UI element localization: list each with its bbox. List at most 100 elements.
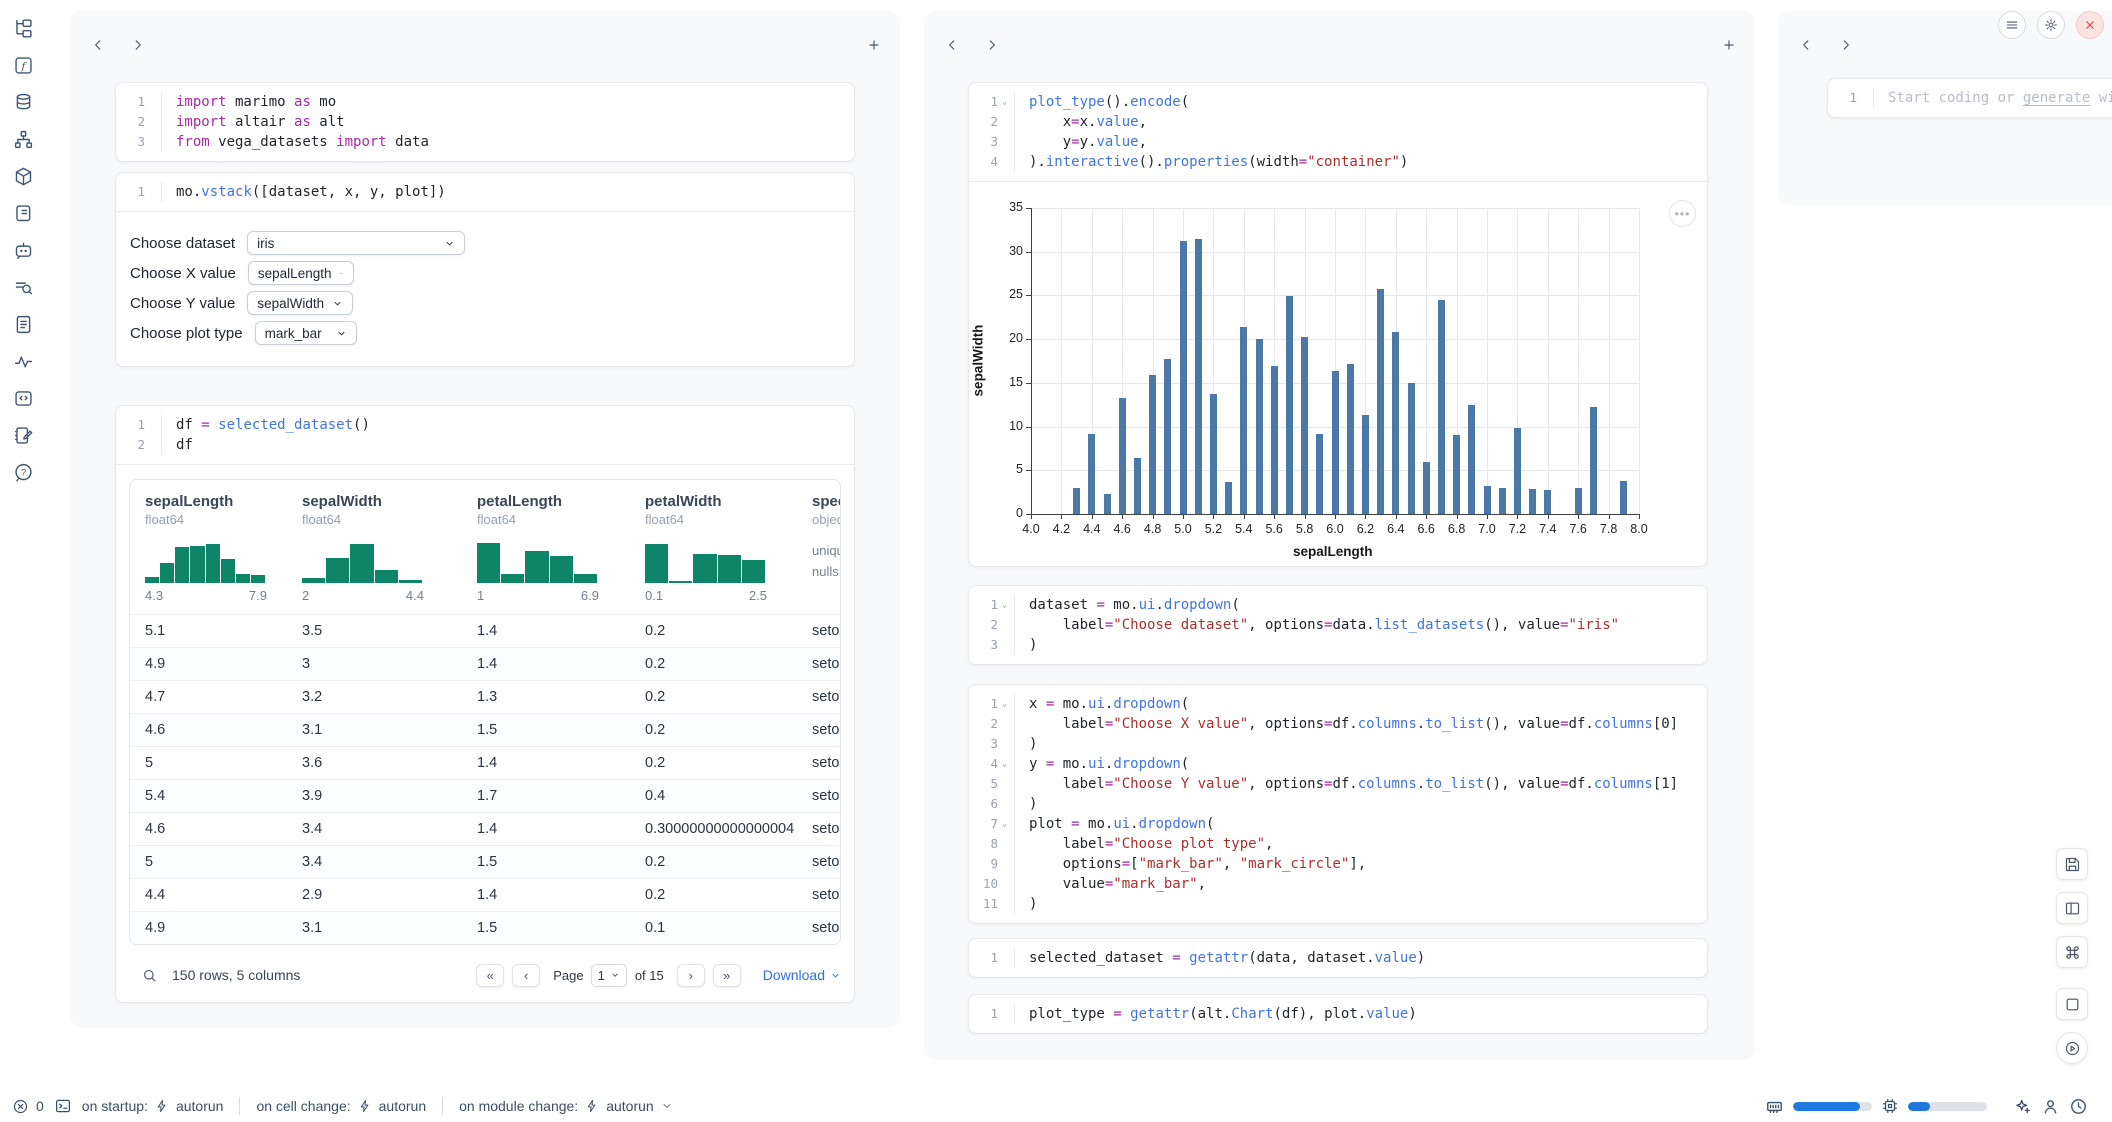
on-startup-setting[interactable]: on startup: autorun [82, 1098, 224, 1114]
dropdown-select[interactable]: mark_bar [255, 321, 357, 345]
column-header[interactable]: sepalLengthfloat644.37.9 [130, 480, 287, 614]
table-row: 4.63.11.50.2setosa [130, 713, 840, 746]
logs-search-icon[interactable] [11, 275, 35, 299]
table-cell: 1.4 [462, 623, 630, 639]
column-header[interactable]: petalWidthfloat640.12.5 [630, 480, 797, 614]
column-prev-button[interactable] [88, 35, 108, 55]
first-page-button[interactable]: « [476, 964, 504, 987]
on-cell-change-setting[interactable]: on cell change: autorun [256, 1098, 426, 1114]
table-cell: setosa [797, 656, 841, 672]
code-editor[interactable]: 1⌄x = mo.ui.dropdown(2 label="Choose X v… [969, 685, 1707, 923]
chart-bar [1104, 494, 1111, 514]
chart-bar [1499, 488, 1506, 514]
code-editor[interactable]: 1⌄dataset = mo.ui.dropdown(2 label="Choo… [969, 586, 1707, 664]
minimap-button[interactable] [2056, 988, 2088, 1020]
dependency-graph-icon[interactable] [11, 127, 35, 151]
chart-bar [1134, 458, 1141, 514]
file-tree-icon[interactable] [11, 16, 35, 40]
search-icon[interactable] [141, 967, 158, 984]
chat-icon[interactable] [11, 238, 35, 262]
last-page-button[interactable]: » [713, 964, 741, 987]
code-editor[interactable]: 1df = selected_dataset()2df [116, 406, 854, 464]
x-tick-label: 6.6 [1409, 522, 1443, 536]
help-icon[interactable]: ? [11, 460, 35, 484]
datasources-icon[interactable] [11, 90, 35, 114]
chart-options-button[interactable]: ••• [1669, 200, 1696, 227]
dropdown-control-row: Choose Y valuesepalWidth [130, 288, 854, 318]
keyboard-shortcuts-button[interactable] [2056, 936, 2088, 968]
scratchpad-icon[interactable] [11, 423, 35, 447]
column-next-button[interactable] [128, 35, 148, 55]
cell-imports: 1import marimo as mo2import altair as al… [115, 82, 855, 162]
column-next-button[interactable] [1836, 35, 1856, 55]
add-cell-button[interactable] [1719, 35, 1739, 55]
column-next-button[interactable] [982, 35, 1002, 55]
prev-page-button[interactable]: ‹ [512, 964, 540, 987]
x-tick-label: 6.8 [1440, 522, 1474, 536]
chart-bar [1347, 364, 1354, 514]
user-icon[interactable] [2041, 1097, 2060, 1116]
add-cell-button[interactable] [864, 35, 884, 55]
table-cell: 3.1 [287, 722, 462, 738]
packages-icon[interactable] [11, 164, 35, 188]
clock-icon[interactable] [2069, 1097, 2088, 1116]
settings-button[interactable] [2037, 11, 2065, 39]
download-button[interactable]: Download [763, 967, 841, 983]
chart-bar [1210, 394, 1217, 514]
dropdown-label: Choose dataset [130, 235, 235, 252]
save-button[interactable] [2056, 848, 2088, 880]
bar-chart[interactable]: 4.04.24.44.64.85.05.25.45.65.86.06.26.46… [969, 182, 1707, 566]
error-indicator[interactable]: 0 [12, 1098, 44, 1115]
code-editor[interactable]: 1import marimo as mo2import altair as al… [116, 83, 854, 161]
chart-bar [1438, 300, 1445, 514]
page-select[interactable]: 1 [591, 964, 627, 987]
column-prev-button[interactable] [942, 35, 962, 55]
code-editor[interactable]: 1 Start coding or generate with AI [1828, 79, 2112, 117]
dropdown-select[interactable]: sepalLength [248, 261, 354, 285]
layout-select-button[interactable] [2056, 892, 2088, 924]
column-header[interactable]: sepalWidthfloat6424.4 [287, 480, 462, 614]
ai-sparkles-icon[interactable] [2013, 1097, 2032, 1116]
column-header[interactable]: speciesobjectunique:nulls: [797, 480, 841, 614]
table-cell: 5 [130, 755, 287, 771]
fold-chevron-icon: ⌄ [998, 92, 1011, 112]
next-page-button[interactable]: › [677, 964, 705, 987]
run-button[interactable] [2056, 1032, 2088, 1064]
terminal-button[interactable] [54, 1097, 72, 1115]
column-header[interactable]: petalLengthfloat6416.9 [462, 480, 630, 614]
table-cell: 1.4 [462, 887, 630, 903]
shutdown-button[interactable] [2076, 11, 2104, 39]
table-cell: 4.6 [130, 722, 287, 738]
code-editor[interactable]: 1plot_type = getattr(alt.Chart(df), plot… [969, 995, 1707, 1033]
table-cell: 0.1 [630, 920, 797, 936]
chart-bar [1180, 241, 1187, 514]
x-tick-label: 5.0 [1166, 522, 1200, 536]
documentation-scroll-icon[interactable] [11, 201, 35, 225]
menu-button[interactable] [1998, 11, 2026, 39]
snippets-icon[interactable] [11, 312, 35, 336]
column-prev-button[interactable] [1796, 35, 1816, 55]
tracing-icon[interactable] [11, 349, 35, 373]
code-editor[interactable]: 1selected_dataset = getattr(data, datase… [969, 939, 1707, 977]
chevron-down-icon [332, 298, 343, 309]
dropdown-select[interactable]: iris [247, 231, 465, 255]
table-cell: 4.7 [130, 689, 287, 705]
table-cell: 0.4 [630, 788, 797, 804]
dropdown-label: Choose X value [130, 265, 236, 282]
left-column: 1import marimo as mo2import altair as al… [70, 11, 900, 1028]
code-line: 1import marimo as mo [116, 92, 854, 112]
x-tick-label: 4.0 [1014, 522, 1048, 536]
table-cell: setosa [797, 788, 841, 804]
functions-icon[interactable]: f [11, 53, 35, 77]
gear-icon [2044, 18, 2058, 32]
dropdown-select[interactable]: sepalWidth [247, 291, 353, 315]
code-editor[interactable]: 1⌄plot_type().encode(2 x=x.value,3 y=y.v… [969, 83, 1707, 181]
code-output-icon[interactable] [11, 386, 35, 410]
menu-icon [2005, 18, 2019, 32]
code-line: 11) [969, 894, 1707, 914]
code-editor[interactable]: 1mo.vstack([dataset, x, y, plot]) [116, 173, 854, 211]
on-module-change-setting[interactable]: on module change: autorun [459, 1098, 673, 1114]
generate-link[interactable]: generate [2023, 90, 2090, 106]
code-line: 2df [116, 435, 854, 455]
code-line: 2 label="Choose X value", options=df.col… [969, 714, 1707, 734]
